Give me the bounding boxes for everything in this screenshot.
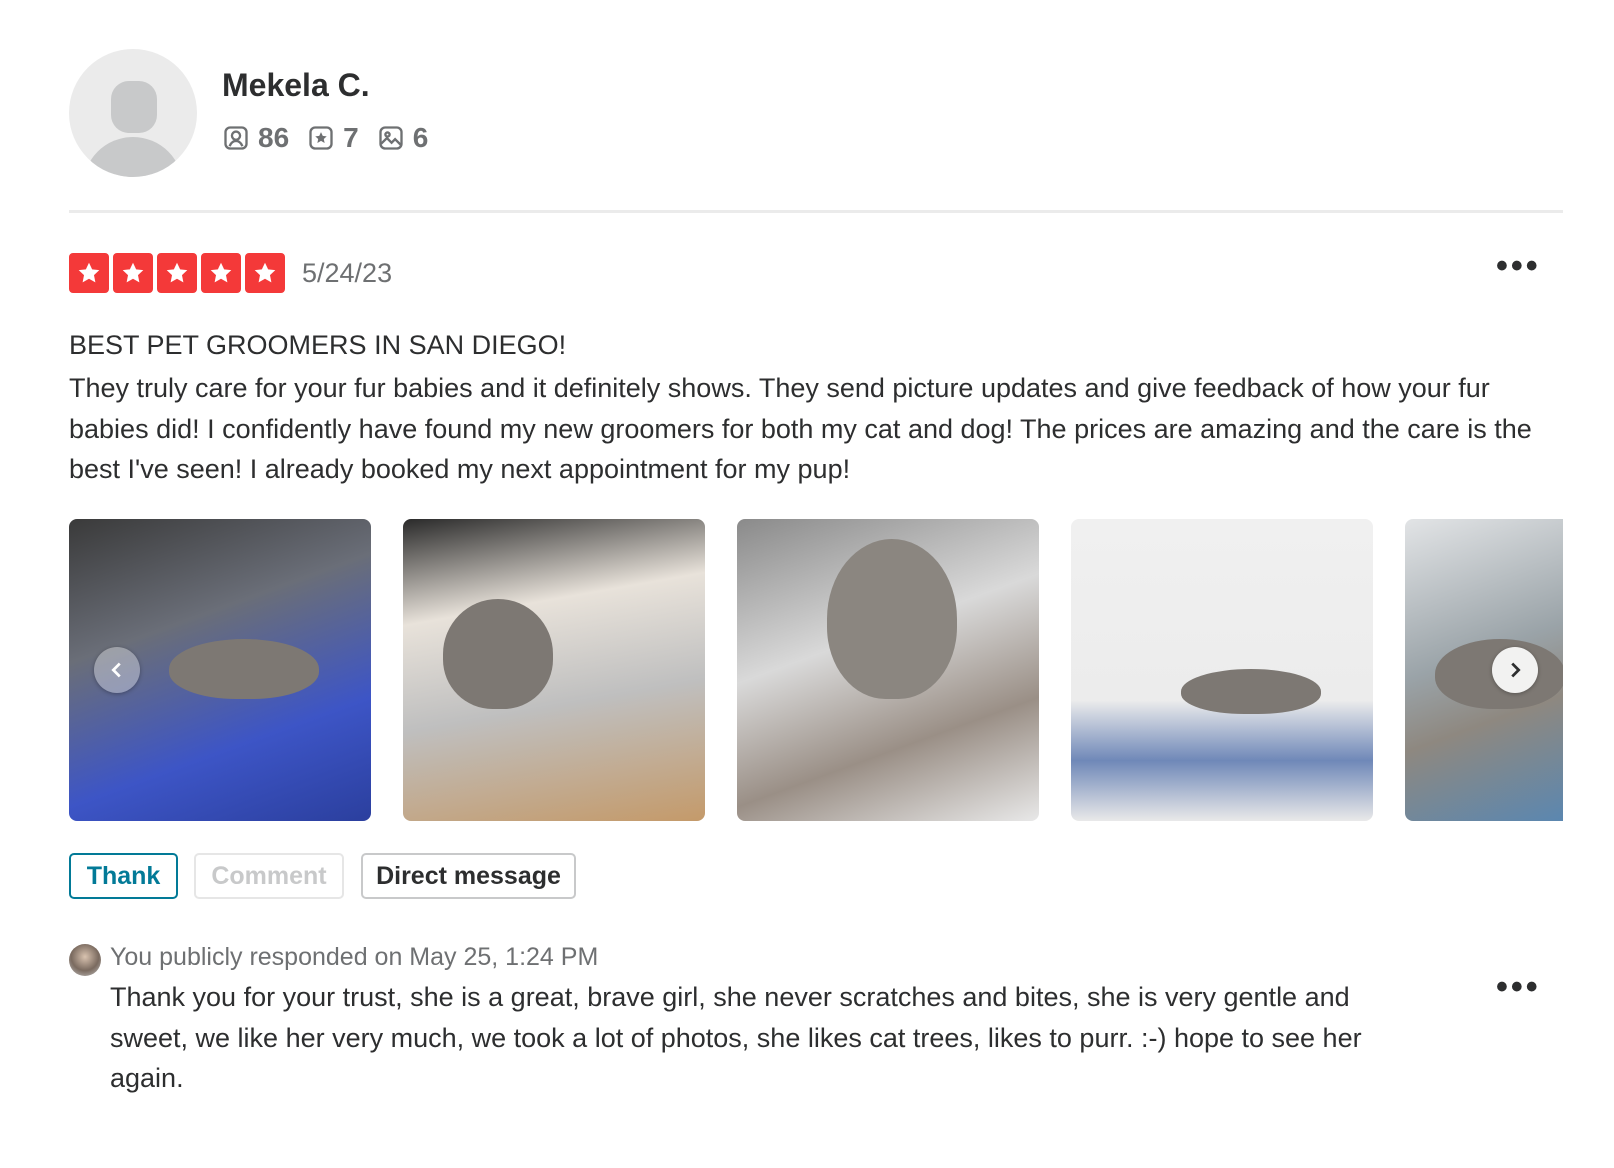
- user-stats: 86 7 6: [222, 122, 446, 154]
- reviews-count: 7: [343, 122, 359, 153]
- response-meta: You publicly responded on May 25, 1:24 P…: [110, 943, 599, 971]
- friends-icon: [224, 126, 248, 150]
- thank-button[interactable]: Thank: [69, 853, 178, 899]
- star-review-icon: [309, 126, 333, 150]
- review-date: 5/24/23: [302, 258, 393, 288]
- user-avatar[interactable]: [69, 49, 197, 177]
- star-icon: [157, 253, 197, 293]
- review-photo[interactable]: [737, 519, 1039, 821]
- reviews-stat: 7: [307, 122, 359, 154]
- review-photo[interactable]: [1405, 519, 1563, 821]
- star-icon: [69, 253, 109, 293]
- review-body: They truly care for your fur babies and …: [69, 373, 1532, 484]
- photo-icon: [379, 126, 403, 150]
- star-icon: [245, 253, 285, 293]
- star-icon: [201, 253, 241, 293]
- avatar-placeholder-head: [111, 81, 157, 133]
- friends-stat: 86: [222, 122, 289, 154]
- star-rating: [69, 253, 285, 293]
- chevron-left-icon: [111, 662, 121, 678]
- business-avatar: [69, 944, 101, 976]
- user-name[interactable]: Mekela C.: [222, 67, 370, 104]
- friends-count: 86: [258, 122, 290, 153]
- previous-photo-button[interactable]: [94, 647, 140, 693]
- review-title: BEST PET GROOMERS IN SAN DIEGO!: [69, 330, 567, 360]
- divider: [69, 210, 1563, 213]
- comment-button[interactable]: Comment: [194, 853, 344, 899]
- review-more-menu[interactable]: •••: [1496, 249, 1541, 283]
- star-icon: [113, 253, 153, 293]
- avatar-placeholder-body: [83, 137, 183, 177]
- direct-message-button[interactable]: Direct message: [361, 853, 576, 899]
- photos-count: 6: [412, 122, 429, 153]
- next-photo-button[interactable]: [1492, 647, 1538, 693]
- review-photo[interactable]: [1071, 519, 1373, 821]
- photos-stat: 6: [377, 122, 429, 154]
- review-photo[interactable]: [403, 519, 705, 821]
- response-more-menu[interactable]: •••: [1496, 970, 1541, 1004]
- response-text: Thank you for your trust, she is a great…: [110, 982, 1362, 1093]
- chevron-right-icon: [1511, 662, 1521, 678]
